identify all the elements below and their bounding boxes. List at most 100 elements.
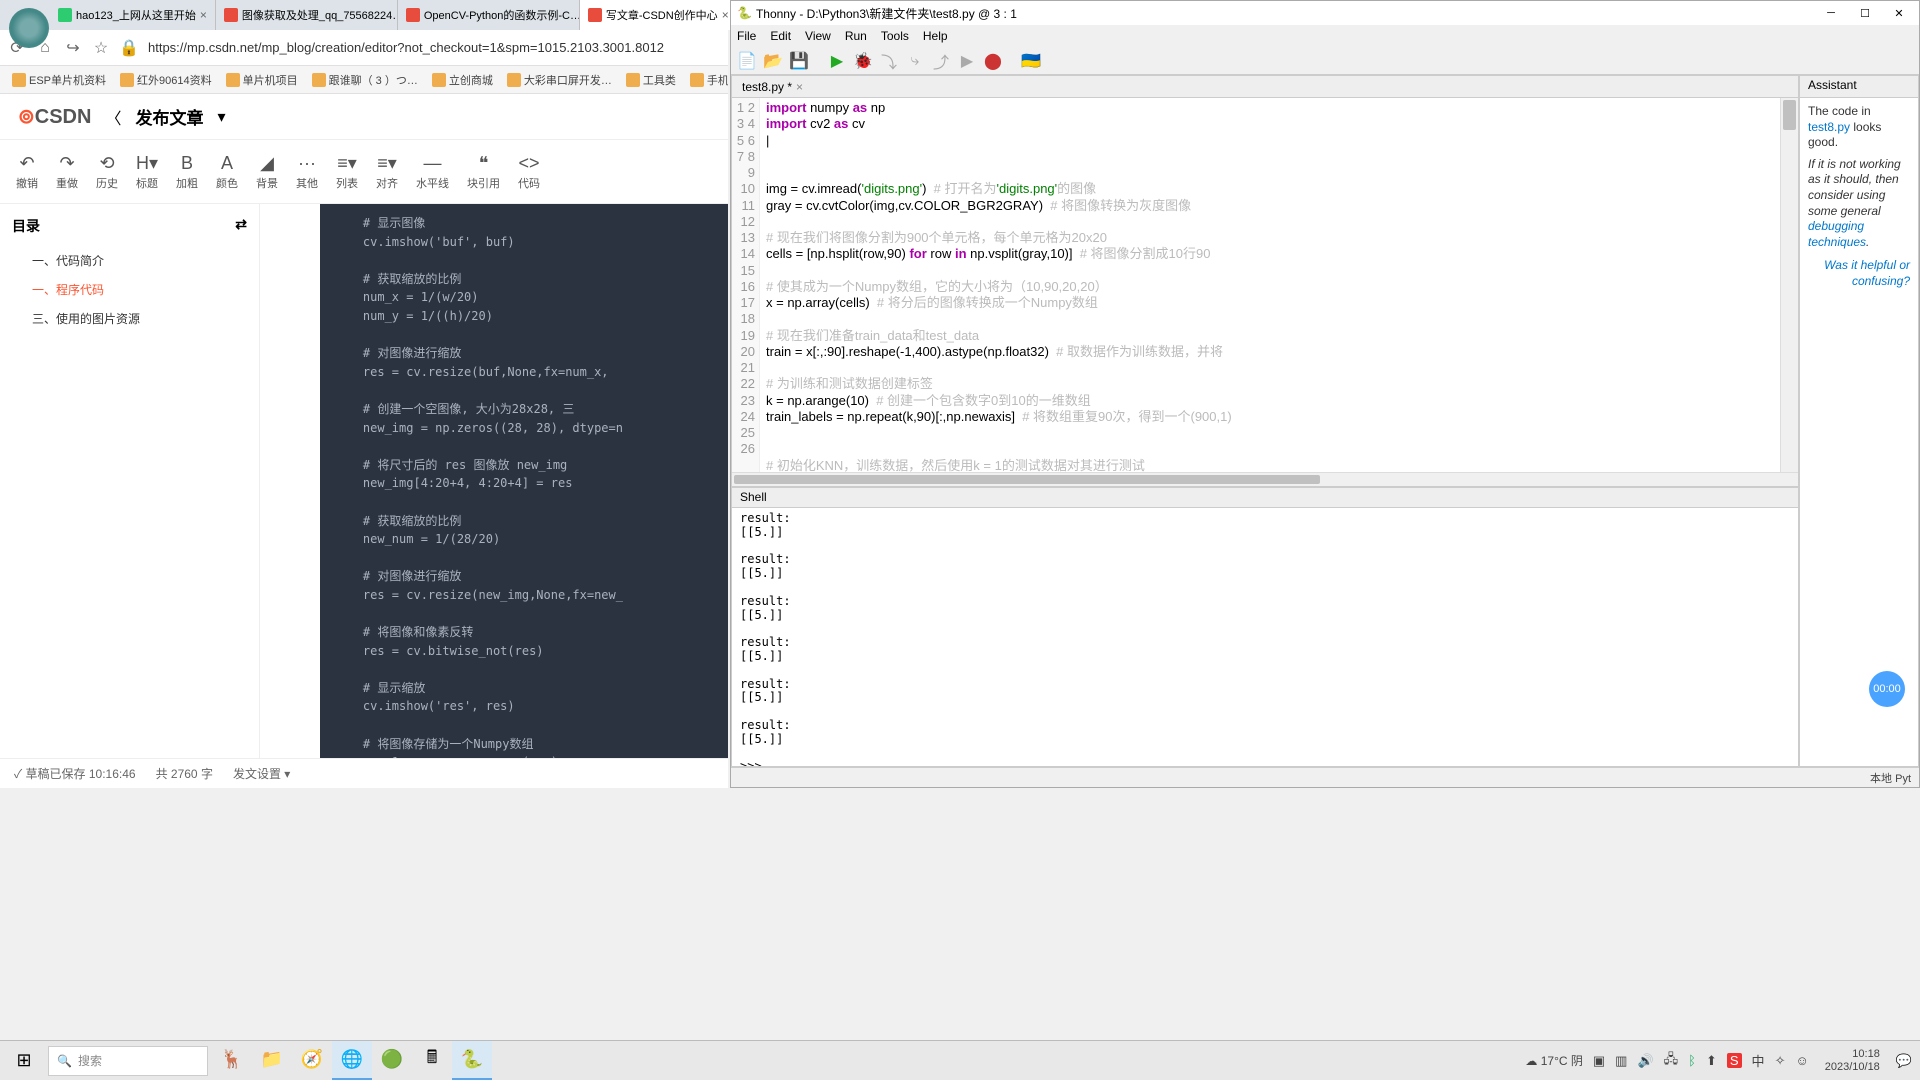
tray-icon[interactable]: ☺: [1795, 1053, 1808, 1068]
step-over-icon[interactable]: ⤵: [879, 51, 899, 71]
url-field[interactable]: https://mp.csdn.net/mp_blog/creation/edi…: [148, 40, 720, 55]
network-icon[interactable]: 🖧: [1664, 1050, 1679, 1072]
toolbar-button[interactable]: —水平线: [408, 151, 457, 193]
toolbar-button[interactable]: ⟲历史: [88, 151, 126, 193]
toolbar-button[interactable]: <>代码: [510, 151, 548, 193]
task-item[interactable]: 📁: [252, 1041, 292, 1080]
toolbar-button[interactable]: ≡▾对齐: [368, 151, 406, 193]
bookmark-item[interactable]: 大彩串口屏开发…: [501, 70, 618, 90]
browser-tab[interactable]: 写文章-CSDN创作中心×: [580, 0, 738, 30]
close-button[interactable]: ✕: [1885, 3, 1913, 23]
task-item-thonny[interactable]: 🐍: [452, 1041, 492, 1080]
menu-item[interactable]: Run: [845, 29, 867, 43]
browser-tab[interactable]: 图像获取及处理_qq_75568224…×: [216, 0, 398, 30]
toolbar-button[interactable]: B加粗: [168, 151, 206, 193]
tray-icon[interactable]: ▣: [1593, 1053, 1605, 1069]
open-file-icon[interactable]: 📂: [763, 51, 783, 71]
thonny-toolbar: 📄 📂 💾 ▶ 🐞 ⤵ ⤷ ⤴ ▶ ⬤ 🇺🇦: [731, 47, 1919, 75]
flag-icon[interactable]: 🇺🇦: [1021, 51, 1041, 71]
taskbar-search[interactable]: 🔍搜索: [48, 1046, 208, 1076]
save-file-icon[interactable]: 💾: [789, 51, 809, 71]
bookmark-item[interactable]: ESP单片机资料: [6, 70, 112, 90]
toc-item[interactable]: 一、程序代码: [12, 275, 247, 304]
task-item[interactable]: 🖩: [412, 1041, 452, 1080]
toolbar-button[interactable]: ◢背景: [248, 151, 286, 193]
toolbar-button[interactable]: ↶撤销: [8, 151, 46, 193]
tray-icon[interactable]: ▥: [1615, 1053, 1627, 1069]
horizontal-scrollbar[interactable]: [732, 472, 1798, 486]
toolbar-button[interactable]: ↷重做: [48, 151, 86, 193]
task-item[interactable]: 🦌: [212, 1041, 252, 1080]
dropdown-icon[interactable]: ▾: [217, 107, 225, 127]
ime-icon[interactable]: S: [1727, 1053, 1742, 1068]
debug-icon[interactable]: 🐞: [853, 51, 873, 71]
assistant-tab[interactable]: Assistant: [1800, 76, 1918, 98]
toc-item[interactable]: 一、代码简介: [12, 246, 247, 275]
line-gutter: 1 2 3 4 5 6 7 8 9 10 11 12 13 14 15 16 1…: [732, 98, 760, 472]
menu-item[interactable]: File: [737, 29, 756, 43]
new-file-icon[interactable]: 📄: [737, 51, 757, 71]
menu-item[interactable]: Help: [923, 29, 948, 43]
forward-icon[interactable]: ↪: [64, 39, 82, 57]
bluetooth-icon[interactable]: ᛒ: [1688, 1053, 1696, 1068]
tab-close-icon[interactable]: ×: [722, 8, 729, 22]
clock[interactable]: 10:18 2023/10/18: [1819, 1048, 1886, 1073]
toolbar-button[interactable]: H▾标题: [128, 151, 166, 193]
editor-content[interactable]: # 显示图像 cv.imshow('buf', buf) # 获取缩放的比例 n…: [260, 204, 728, 758]
tray-icon[interactable]: ⬆: [1706, 1053, 1717, 1069]
bookmark-item[interactable]: 跟谁聊（ 3 ）つ…: [306, 70, 424, 90]
publish-settings[interactable]: 发文设置 ▾: [233, 765, 290, 782]
toolbar-button[interactable]: A颜色: [208, 151, 246, 193]
feedback-link[interactable]: Was it helpful or confusing?: [1824, 258, 1910, 288]
task-item[interactable]: 🟢: [372, 1041, 412, 1080]
notifications-icon[interactable]: 💬: [1896, 1053, 1912, 1069]
start-button[interactable]: ⊞: [0, 1041, 48, 1080]
code-editor[interactable]: import numpy as np import cv2 as cv | im…: [760, 98, 1780, 472]
tab-close-icon[interactable]: ×: [200, 8, 207, 22]
step-into-icon[interactable]: ⤷: [905, 51, 925, 71]
assistant-file-link[interactable]: test8.py: [1808, 120, 1850, 134]
shell-tab[interactable]: Shell: [732, 488, 1798, 508]
star-icon[interactable]: ☆: [92, 39, 110, 57]
minimize-button[interactable]: ─: [1817, 3, 1845, 23]
debugging-link[interactable]: debugging techniques: [1808, 219, 1866, 249]
bookmark-item[interactable]: 红外90614资料: [114, 70, 218, 90]
system-tray: ☁ 17°C 阴 ▣ ▥ 🔊 🖧 ᛒ ⬆ S 中 ✧ ☺ 10:18 2023/…: [1517, 1048, 1920, 1073]
folder-icon: [226, 73, 240, 87]
step-out-icon[interactable]: ⤴: [931, 51, 951, 71]
toolbar-button[interactable]: ❝块引用: [459, 151, 508, 193]
task-item[interactable]: 🧭: [292, 1041, 332, 1080]
toc-item[interactable]: 三、使用的图片资源: [12, 304, 247, 333]
menu-item[interactable]: View: [805, 29, 831, 43]
browser-tab[interactable]: OpenCV-Python的函数示例-C…×: [398, 0, 580, 30]
ime-mode[interactable]: 中: [1752, 1051, 1765, 1070]
back-icon[interactable]: 〈: [105, 105, 121, 129]
toolbar-button[interactable]: ≡▾列表: [328, 151, 366, 193]
toolbar-button[interactable]: ···其他: [288, 151, 326, 193]
toc-toggle-icon[interactable]: ⇄: [235, 216, 247, 236]
recording-badge[interactable]: 00:00: [1869, 671, 1905, 707]
shell-output[interactable]: result: [[5.]] result: [[5.]] result: [[…: [732, 508, 1798, 766]
editor-tab[interactable]: test8.py * ×: [732, 76, 1798, 98]
thonny-titlebar[interactable]: 🐍Thonny - D:\Python3\新建文件夹\test8.py @ 3 …: [731, 1, 1919, 25]
task-item-chrome[interactable]: 🌐: [332, 1041, 372, 1080]
weather-widget[interactable]: ☁ 17°C 阴: [1525, 1052, 1583, 1069]
maximize-button[interactable]: ☐: [1851, 3, 1879, 23]
tray-icon[interactable]: ✧: [1775, 1053, 1786, 1069]
volume-icon[interactable]: 🔊: [1637, 1053, 1653, 1069]
stop-icon[interactable]: ⬤: [983, 51, 1003, 71]
bookmark-item[interactable]: 手机自动控制: [684, 70, 728, 90]
csdn-logo[interactable]: CSDN: [18, 104, 91, 129]
tab-close-icon[interactable]: ×: [796, 80, 803, 94]
run-icon[interactable]: ▶: [827, 51, 847, 71]
bookmark-item[interactable]: 单片机项目: [220, 70, 304, 90]
menu-item[interactable]: Edit: [770, 29, 791, 43]
menu-item[interactable]: Tools: [881, 29, 909, 43]
profile-avatar[interactable]: [9, 8, 49, 48]
browser-tab[interactable]: hao123_上网从这里开始×: [50, 0, 216, 30]
vertical-scrollbar[interactable]: [1780, 98, 1798, 472]
resume-icon[interactable]: ▶: [957, 51, 977, 71]
bookmark-item[interactable]: 立创商城: [426, 70, 499, 90]
thonny-status-bar: 本地 Pyt: [731, 767, 1919, 787]
bookmark-item[interactable]: 工具类: [620, 70, 682, 90]
